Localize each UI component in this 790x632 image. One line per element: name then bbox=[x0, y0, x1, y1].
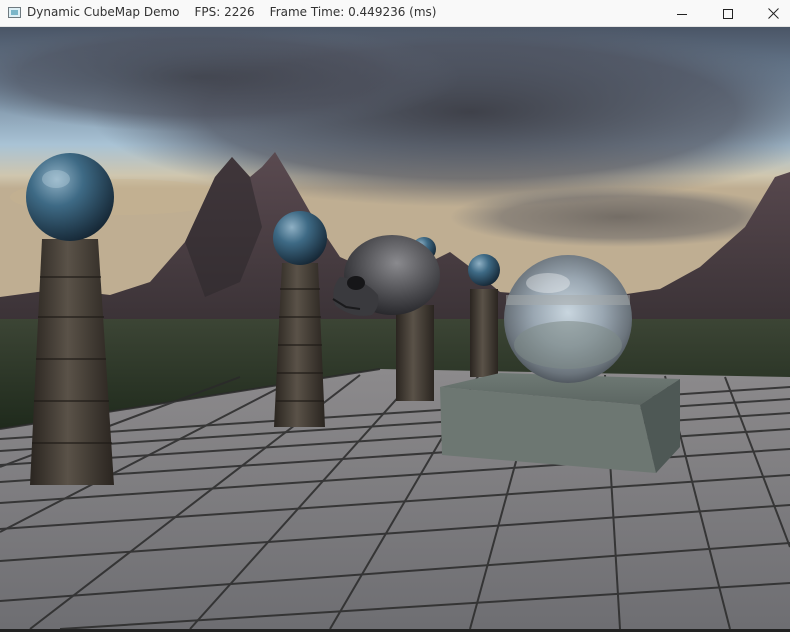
title-fps: FPS: 2226 bbox=[194, 5, 255, 19]
title-app-name: Dynamic CubeMap Demo bbox=[27, 5, 180, 19]
app-window: Dynamic CubeMap Demo FPS: 2226 Frame Time:… bbox=[0, 0, 790, 632]
maximize-button[interactable] bbox=[705, 0, 751, 27]
marble-sphere bbox=[26, 153, 114, 241]
3d-scene[interactable] bbox=[0, 27, 790, 629]
mirror-sphere bbox=[504, 255, 632, 383]
app-icon bbox=[8, 7, 21, 18]
minimize-icon bbox=[677, 13, 687, 15]
title-bar[interactable]: Dynamic CubeMap Demo FPS: 2226 Frame Time:… bbox=[0, 0, 790, 27]
marble-sphere bbox=[468, 254, 500, 286]
minimize-button[interactable] bbox=[659, 0, 705, 27]
window-title: Dynamic CubeMap Demo FPS: 2226 Frame Time:… bbox=[27, 5, 451, 19]
stone-column bbox=[273, 211, 327, 427]
maximize-icon bbox=[723, 8, 733, 19]
stone-column bbox=[26, 153, 114, 485]
close-button[interactable] bbox=[750, 0, 790, 27]
render-viewport[interactable] bbox=[0, 27, 790, 629]
stone-column bbox=[468, 254, 500, 377]
marble-sphere bbox=[273, 211, 327, 265]
close-icon bbox=[767, 8, 779, 19]
title-frame-time: Frame Time: 0.449236 (ms) bbox=[269, 5, 437, 19]
